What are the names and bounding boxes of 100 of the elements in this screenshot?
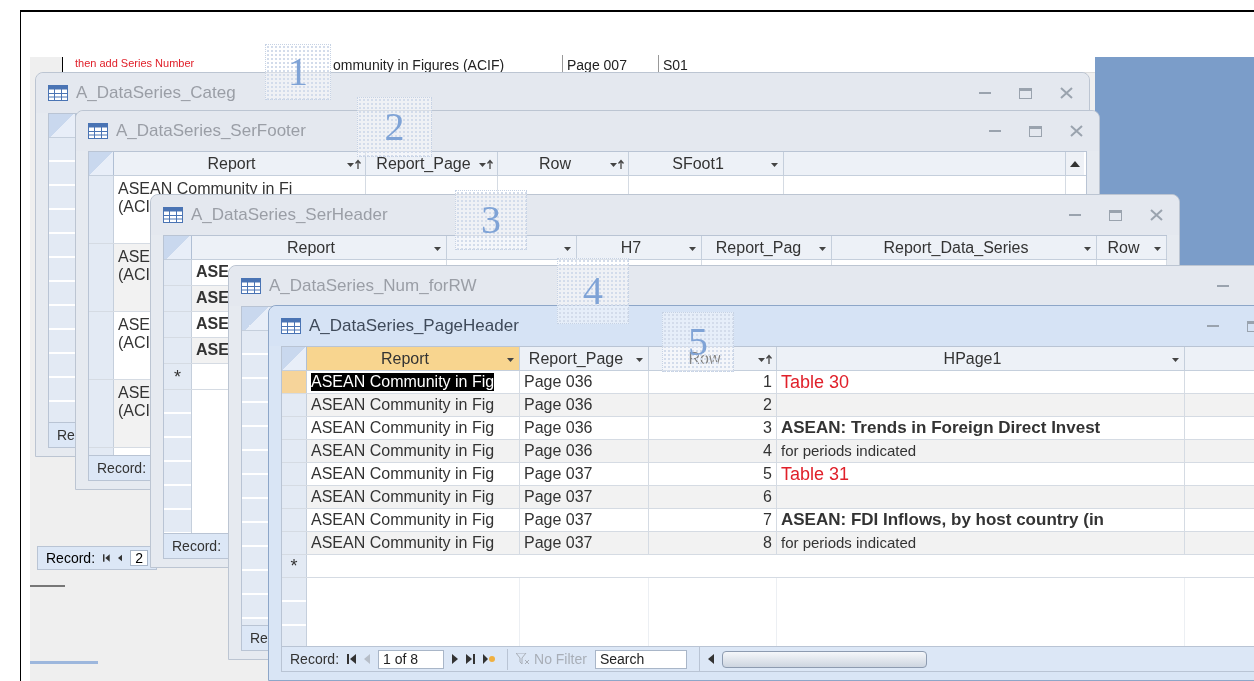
table-cell: ASE	[196, 315, 229, 334]
row-selector[interactable]	[282, 394, 307, 416]
column-header[interactable]: Row	[1097, 236, 1166, 259]
table-cell: ASEAN Community in Fig	[311, 533, 495, 553]
minimize-icon[interactable]	[979, 91, 991, 95]
last-record-icon[interactable]	[466, 654, 476, 664]
row-selector[interactable]	[164, 286, 192, 311]
table-icon	[88, 123, 108, 139]
record-label: Record:	[172, 536, 222, 556]
column-header[interactable]: Report	[307, 347, 519, 370]
table-cell: ASEAN Community in Fig	[311, 441, 495, 461]
window-title: A_DataSeries_SerFooter	[116, 120, 306, 143]
row-selector[interactable]: *	[282, 555, 307, 577]
row-selector[interactable]	[89, 244, 114, 311]
select-all-corner[interactable]	[49, 114, 76, 137]
table-cell: 2	[763, 395, 772, 415]
new-record-icon[interactable]	[483, 654, 496, 664]
row-selector[interactable]	[282, 509, 307, 531]
table-icon	[281, 318, 301, 334]
cell-text-line: (ACI	[118, 266, 150, 285]
scroll-up-icon[interactable]	[1070, 160, 1080, 167]
column-header[interactable]: Row	[498, 152, 628, 175]
scroll-left-icon[interactable]	[707, 654, 714, 664]
close-icon[interactable]	[1060, 87, 1073, 99]
new-record-marker: *	[174, 367, 181, 386]
table-cell: 5	[763, 464, 772, 484]
column-header[interactable]: Report_Data_Series	[832, 236, 1096, 259]
table-cell: ASEAN Community in Fig	[311, 464, 495, 484]
maximize-icon[interactable]	[1019, 87, 1032, 99]
table-icon	[48, 85, 68, 101]
table-cell: ASEAN: FDI Inflows, by host country (in	[781, 510, 1104, 530]
table-cell: Page 036	[524, 372, 593, 392]
minimize-icon[interactable]	[1207, 324, 1219, 328]
row-selector[interactable]	[164, 260, 192, 285]
table-cell: Page 036	[524, 395, 593, 415]
step-number-marker: 2	[357, 97, 432, 157]
window-title: A_DataSeries_SerHeader	[191, 204, 388, 227]
column-header[interactable]: SFoot1	[629, 152, 783, 175]
select-all-corner[interactable]	[164, 236, 192, 259]
minimize-icon[interactable]	[1217, 284, 1229, 288]
table-cell: ASEAN Community in Fig	[311, 510, 495, 530]
next-record-icon[interactable]	[452, 654, 459, 664]
column-header[interactable]: H7	[577, 236, 701, 259]
record-label: Record:	[97, 458, 147, 478]
column-header[interactable]: HPage1	[777, 347, 1184, 370]
sort-dropdown-icon[interactable]	[479, 159, 493, 169]
row-selector[interactable]	[164, 338, 192, 363]
record-position-field[interactable]: 1 of 8	[378, 649, 445, 669]
table-cell: ASE	[196, 263, 229, 282]
step-number-marker: 4	[557, 258, 629, 324]
table-icon	[241, 278, 261, 294]
table-cell: ASEAN Community in Fig	[311, 418, 495, 438]
cell-text-line: ASE	[118, 384, 150, 403]
row-selector[interactable]: *	[164, 364, 192, 389]
row-selector[interactable]	[282, 371, 307, 393]
record-label: Record:	[290, 649, 340, 669]
row-selector[interactable]	[282, 463, 307, 485]
table-cell: 4	[763, 441, 772, 461]
table-cell: ASEAN Community in Fig	[311, 395, 495, 415]
instruction-note: then add Series Number	[75, 56, 195, 71]
maximize-icon[interactable]	[1109, 209, 1122, 221]
row-selector[interactable]	[282, 532, 307, 554]
column-header[interactable]: Report_Page	[520, 347, 648, 370]
column-header[interactable]: Report	[192, 236, 446, 259]
row-selector[interactable]	[164, 312, 192, 337]
row-selector[interactable]	[89, 176, 114, 243]
search-field[interactable]: Search	[594, 649, 687, 669]
close-icon[interactable]	[1150, 209, 1163, 221]
window-title: A_DataSeries_Num_forRW	[269, 275, 477, 298]
row-selector[interactable]	[282, 440, 307, 462]
minimize-icon[interactable]	[989, 129, 1001, 133]
record-label: Re	[57, 425, 75, 445]
select-all-corner[interactable]	[89, 152, 114, 175]
row-selector[interactable]	[282, 486, 307, 508]
row-selector[interactable]	[282, 417, 307, 439]
new-record-marker: *	[290, 557, 298, 575]
table-cell: ASE	[196, 289, 229, 308]
horizontal-scrollbar-thumb[interactable]	[721, 650, 927, 668]
column-header[interactable]: Report	[114, 152, 365, 175]
cell-text-line: (ACI	[118, 402, 150, 421]
table-cell: 6	[763, 487, 772, 507]
first-record-icon[interactable]	[347, 654, 357, 664]
column-header[interactable]: Report_Pag	[702, 236, 831, 259]
sort-dropdown-icon[interactable]	[758, 354, 772, 364]
row-selector[interactable]	[89, 380, 114, 447]
minimize-icon[interactable]	[1069, 213, 1081, 217]
row-selector[interactable]	[89, 312, 114, 379]
sort-dropdown-icon[interactable]	[347, 159, 361, 169]
table-cell: Page 037	[524, 533, 593, 553]
sort-dropdown-icon[interactable]	[610, 159, 624, 169]
close-icon[interactable]	[1070, 125, 1083, 137]
step-number-marker: 3	[455, 190, 527, 250]
first-record-icon[interactable]	[103, 553, 110, 563]
record-position-field[interactable]: 2	[130, 550, 148, 566]
select-all-corner[interactable]	[282, 347, 307, 370]
table-cell: for periods indicated	[781, 534, 917, 552]
column-header[interactable]: Report_Page	[366, 152, 497, 175]
window-title: A_DataSeries_PageHeader	[309, 315, 519, 338]
previous-record-icon[interactable]	[117, 553, 123, 563]
maximize-icon[interactable]	[1029, 125, 1042, 137]
